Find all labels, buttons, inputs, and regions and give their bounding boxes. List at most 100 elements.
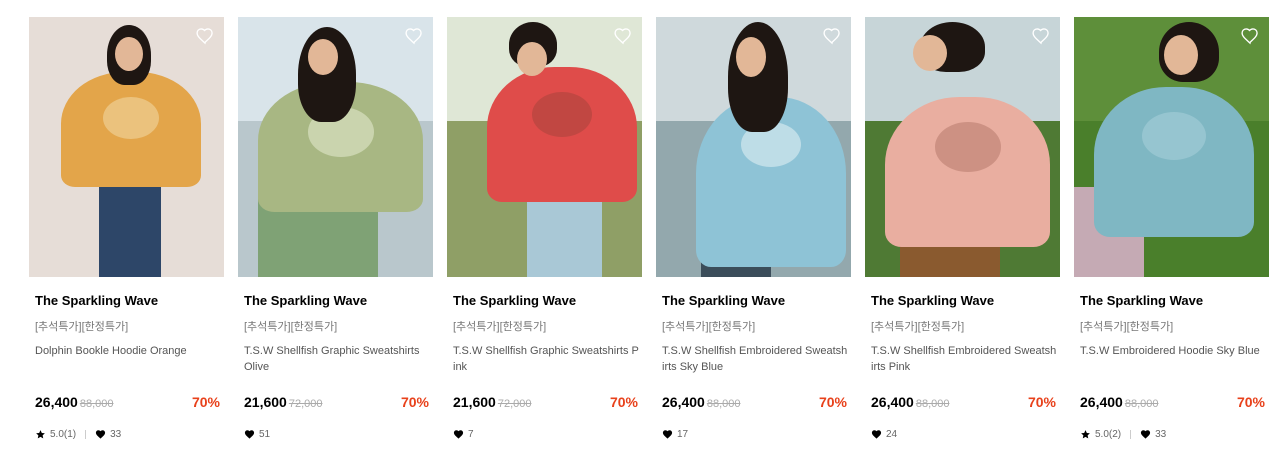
product-card[interactable]: The Sparkling Wave [추석특가][한정특가] T.S.W Sh… — [238, 17, 433, 440]
sale-price: 21,600 72,000 — [244, 394, 322, 410]
product-meta: 5.0(1) 33 — [35, 429, 121, 440]
product-meta: 5.0(2) 33 — [1080, 429, 1166, 440]
model-bottoms — [527, 197, 602, 277]
promo-tag: [추석특가][한정특가] — [871, 321, 965, 333]
like-count: 33 — [110, 429, 122, 440]
sale-price-value: 26,400 — [1080, 394, 1123, 410]
product-card[interactable]: The Sparkling Wave [추석특가][한정특가] Dolphin … — [29, 17, 224, 440]
product-card[interactable]: The Sparkling Wave [추석특가][한정특가] T.S.W Sh… — [447, 17, 642, 440]
heart-icon — [96, 430, 106, 439]
product-card[interactable]: The Sparkling Wave [추석특가][한정특가] T.S.W Sh… — [656, 17, 851, 440]
heart-icon — [1141, 430, 1151, 439]
original-price: 88,000 — [915, 398, 950, 410]
heart-icon — [871, 430, 882, 439]
star-icon — [36, 430, 45, 439]
rating-value: 5.0(2) — [1095, 429, 1122, 440]
like-count: 7 — [468, 429, 474, 440]
heart-outline-icon[interactable] — [822, 26, 842, 46]
product-image[interactable] — [447, 17, 642, 277]
product-grid: The Sparkling Wave [추석특가][한정특가] Dolphin … — [29, 17, 1269, 440]
product-name[interactable]: T.S.W Shellfish Graphic Sweatshirts Pink — [453, 343, 640, 375]
like-count: 51 — [259, 429, 271, 440]
product-card[interactable]: The Sparkling Wave [추석특가][한정특가] T.S.W Sh… — [865, 17, 1060, 440]
sale-price-value: 21,600 — [244, 394, 287, 410]
promo-tag: [추석특가][한정특가] — [453, 321, 547, 333]
promo-tag: [추석특가][한정특가] — [35, 321, 129, 333]
product-meta: 24 — [871, 429, 897, 440]
sale-price-value: 26,400 — [662, 394, 705, 410]
brand-name[interactable]: The Sparkling Wave — [871, 293, 994, 308]
promo-tag: [추석특가][한정특가] — [244, 321, 338, 333]
model-face — [736, 37, 766, 77]
like-count: 24 — [886, 429, 898, 440]
product-name[interactable]: Dolphin Bookle Hoodie Orange — [35, 343, 222, 359]
promo-tag: [추석특가][한정특가] — [662, 321, 756, 333]
discount-rate: 70% — [1027, 394, 1056, 410]
sale-price-value: 26,400 — [35, 394, 78, 410]
heart-outline-icon[interactable] — [404, 26, 424, 46]
model-face — [308, 39, 338, 75]
product-name[interactable]: T.S.W Embroidered Hoodie Sky Blue — [1080, 343, 1267, 359]
sale-price: 26,400 88,000 — [662, 394, 740, 410]
garment-print — [934, 122, 1001, 172]
brand-name[interactable]: The Sparkling Wave — [1080, 293, 1203, 308]
sale-price: 21,600 72,000 — [453, 394, 531, 410]
brand-name[interactable]: The Sparkling Wave — [453, 293, 576, 308]
garment-print — [1142, 112, 1206, 160]
heart-outline-icon[interactable] — [613, 26, 633, 46]
sale-price-value: 21,600 — [453, 394, 496, 410]
sale-price: 26,400 88,000 — [871, 394, 949, 410]
rating-value: 5.0(1) — [50, 429, 77, 440]
product-meta: 51 — [244, 429, 270, 440]
model-bottoms — [900, 242, 1000, 277]
sale-price-value: 26,400 — [871, 394, 914, 410]
product-image[interactable] — [656, 17, 851, 277]
like-count: 33 — [1155, 429, 1167, 440]
original-price: 88,000 — [79, 398, 114, 410]
discount-rate: 70% — [1236, 394, 1265, 410]
heart-icon — [453, 430, 464, 439]
garment-print — [103, 97, 159, 139]
original-price: 72,000 — [288, 398, 323, 410]
heart-outline-icon[interactable] — [1240, 26, 1260, 46]
model-face — [115, 37, 143, 71]
sale-price: 26,400 88,000 — [1080, 394, 1158, 410]
product-meta: 7 — [453, 429, 474, 440]
discount-rate: 70% — [400, 394, 429, 410]
meta-divider — [85, 430, 87, 439]
heart-outline-icon[interactable] — [1031, 26, 1051, 46]
model-top — [885, 97, 1050, 247]
product-image[interactable] — [865, 17, 1060, 277]
brand-name[interactable]: The Sparkling Wave — [35, 293, 158, 308]
model-bottoms — [99, 177, 161, 277]
product-meta: 17 — [662, 429, 688, 440]
model-face — [913, 35, 947, 71]
original-price: 88,000 — [1124, 398, 1159, 410]
model-face — [517, 42, 547, 76]
heart-icon — [662, 430, 673, 439]
original-price: 88,000 — [706, 398, 741, 410]
heart-icon — [244, 430, 255, 439]
sale-price: 26,400 88,000 — [35, 394, 113, 410]
star-icon — [1081, 430, 1090, 439]
product-card[interactable]: The Sparkling Wave [추석특가][한정특가] T.S.W Em… — [1074, 17, 1269, 440]
garment-print — [532, 92, 592, 137]
discount-rate: 70% — [609, 394, 638, 410]
brand-name[interactable]: The Sparkling Wave — [244, 293, 367, 308]
product-name[interactable]: T.S.W Shellfish Graphic Sweatshirts Oliv… — [244, 343, 431, 375]
discount-rate: 70% — [191, 394, 220, 410]
brand-name[interactable]: The Sparkling Wave — [662, 293, 785, 308]
promo-tag: [추석특가][한정특가] — [1080, 321, 1174, 333]
like-count: 17 — [677, 429, 689, 440]
product-image[interactable] — [1074, 17, 1269, 277]
product-image[interactable] — [29, 17, 224, 277]
product-image[interactable] — [238, 17, 433, 277]
original-price: 72,000 — [497, 398, 532, 410]
heart-outline-icon[interactable] — [195, 26, 215, 46]
meta-divider — [1130, 430, 1132, 439]
product-name[interactable]: T.S.W Shellfish Embroidered Sweatshirts … — [662, 343, 849, 375]
model-top — [1094, 87, 1254, 237]
model-face — [1164, 35, 1198, 75]
discount-rate: 70% — [818, 394, 847, 410]
product-name[interactable]: T.S.W Shellfish Embroidered Sweatshirts … — [871, 343, 1058, 375]
